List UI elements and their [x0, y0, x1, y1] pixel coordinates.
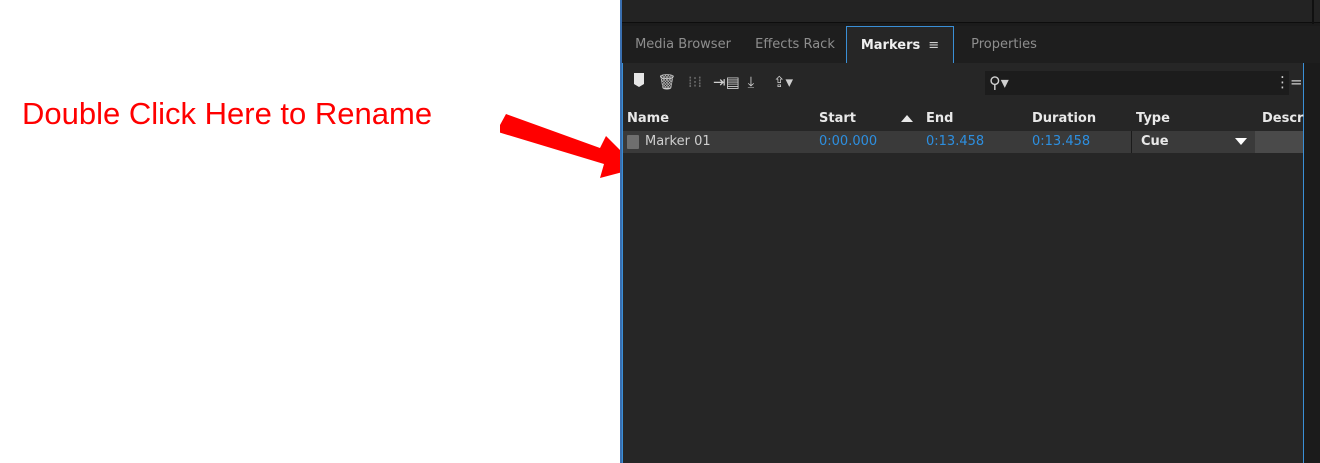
tab-label: Markers — [860, 37, 921, 53]
tab-label: Properties — [971, 37, 1037, 52]
panel-menu-icon[interactable]: ≡ — [928, 38, 939, 53]
export-markers-icon[interactable]: ⤓ — [741, 72, 761, 92]
column-header-end[interactable]: End — [926, 111, 953, 126]
search-input[interactable] — [1013, 73, 1277, 93]
marker-end-cell[interactable]: 0:13.458 — [926, 134, 984, 149]
trash-icon[interactable]: 🗑 — [657, 72, 677, 92]
audition-window: Media Browser Effects Rack Markers ≡ Pro… — [620, 0, 1320, 463]
merge-markers-icon[interactable]: ⁞⁝⁞ — [685, 72, 705, 92]
import-markers-icon[interactable]: ⇪▾ — [769, 72, 797, 92]
sort-ascending-icon — [901, 115, 913, 122]
tab-markers[interactable]: Markers ≡ — [846, 26, 954, 63]
chevron-down-icon[interactable] — [1235, 138, 1247, 145]
tab-label: Effects Rack — [755, 37, 835, 52]
table-header: Name Start End Duration Type Descr — [623, 108, 1303, 130]
table-row[interactable]: Marker 01 0:00.000 0:13.458 0:13.458 Cue — [623, 131, 1303, 153]
marker-range-icon — [627, 135, 639, 149]
tab-effects-rack[interactable]: Effects Rack — [744, 26, 846, 63]
column-header-type[interactable]: Type — [1136, 111, 1170, 126]
insert-into-playlist-icon[interactable]: ⇥▤ — [713, 72, 740, 92]
marker-duration-cell[interactable]: 0:13.458 — [1032, 134, 1090, 149]
tab-properties[interactable]: Properties — [954, 26, 1054, 63]
marker-start-cell[interactable]: 0:00.000 — [819, 134, 877, 149]
marker-name-cell[interactable]: Marker 01 — [645, 134, 711, 149]
column-header-duration[interactable]: Duration — [1032, 111, 1096, 126]
column-header-name[interactable]: Name — [627, 111, 669, 126]
filter-icon[interactable]: ⋮= — [1275, 72, 1303, 92]
search-icon[interactable]: ⚲▾ — [989, 73, 1009, 93]
search-field[interactable]: ⚲▾ — [985, 71, 1289, 95]
annotation-text: Double Click Here to Rename — [22, 96, 433, 131]
column-header-start[interactable]: Start — [819, 111, 856, 126]
column-divider — [1131, 131, 1132, 153]
marker-description-cell[interactable] — [1255, 131, 1303, 153]
window-edge — [1312, 0, 1314, 24]
column-header-description[interactable]: Descr — [1262, 111, 1303, 126]
markers-toolbar: 🗑 ⁞⁝⁞ ⇥▤ ⤓ ⇪▾ ⚲▾ ⋮= — [623, 63, 1303, 103]
tab-media-browser[interactable]: Media Browser — [622, 26, 744, 63]
marker-add-icon[interactable] — [629, 72, 649, 92]
panel-tab-bar: Media Browser Effects Rack Markers ≡ Pro… — [622, 26, 1320, 63]
markers-panel: 🗑 ⁞⁝⁞ ⇥▤ ⤓ ⇪▾ ⚲▾ ⋮= Name Start End Durat… — [622, 63, 1304, 463]
annotation-arrow — [500, 114, 638, 178]
window-top-bar — [620, 0, 1320, 23]
marker-type-select[interactable]: Cue — [1141, 134, 1169, 149]
tab-label: Media Browser — [635, 37, 731, 52]
